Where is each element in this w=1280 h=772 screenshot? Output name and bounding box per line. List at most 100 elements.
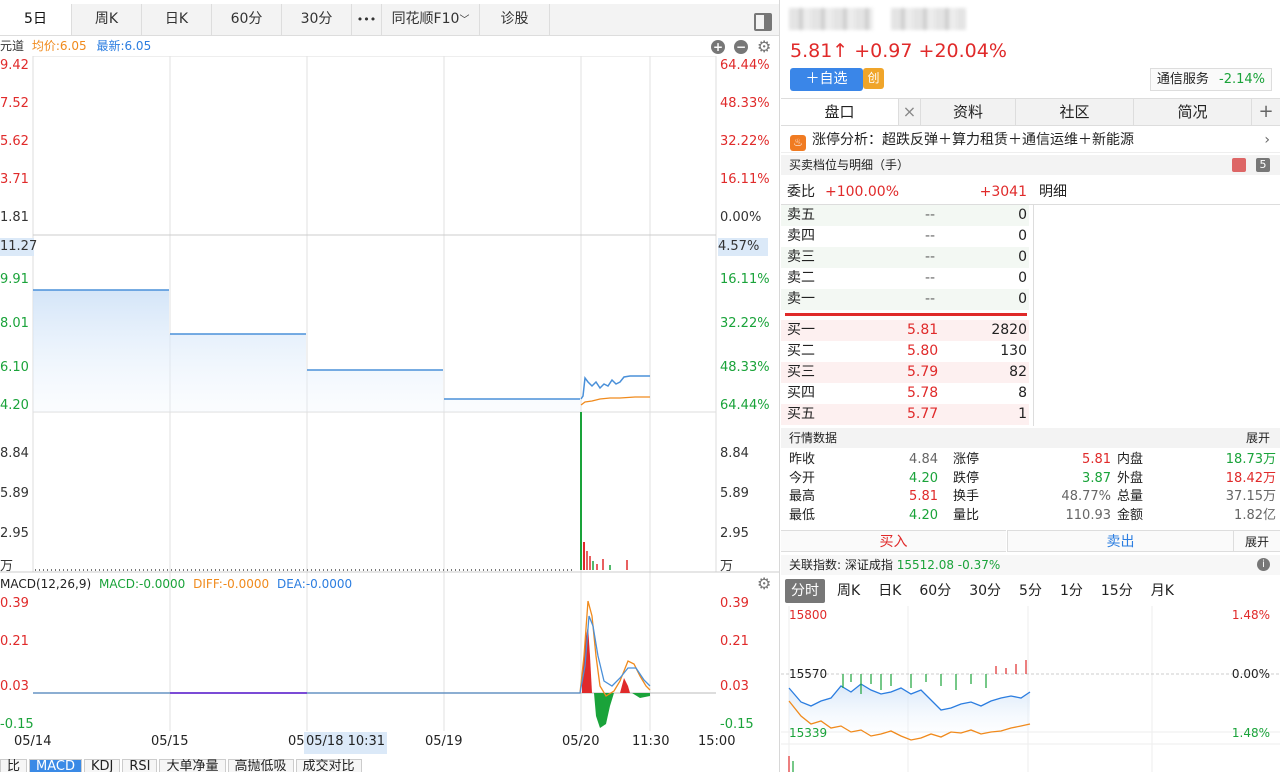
mini-tab-1[interactable]: 1分	[1054, 579, 1089, 603]
y-tick: 4.20	[0, 398, 29, 413]
market-data-key: 量比	[953, 507, 980, 523]
mini-tab-monthly[interactable]: 月K	[1145, 579, 1180, 603]
tab-orderbook[interactable]: 盘口	[781, 99, 899, 125]
bid-volume: 1	[1018, 406, 1027, 422]
indicator-tab-big-order[interactable]: 大单净量	[159, 759, 226, 772]
ask-level-label: 卖三	[787, 249, 815, 265]
tab-community[interactable]: 社区	[1016, 99, 1134, 125]
close-icon[interactable]: ×	[899, 99, 921, 125]
settings-gear-icon[interactable]: ⚙	[757, 39, 771, 55]
trade-volume: 21↓	[1248, 322, 1278, 338]
indicator-tab-volume-compare[interactable]: 成交对比	[295, 759, 362, 772]
y-tick: 8.01	[0, 316, 29, 331]
trade-time: 11:30	[1036, 406, 1077, 422]
info-tabbar: 盘口 × 资料 社区 简况 +	[781, 98, 1280, 126]
market-data-value: 18.42万	[1225, 470, 1276, 486]
trade-volume: 31↓	[1248, 301, 1278, 317]
tab-f10[interactable]: 同花顺F10﹀	[382, 4, 480, 35]
trade-row: 11:29 5.81 358↓	[1036, 278, 1280, 299]
toggle-sidebar-icon[interactable]	[754, 13, 772, 31]
index-name[interactable]: 深证成指	[845, 558, 893, 572]
y-tick: 5.62	[0, 134, 29, 149]
y-tick: -0.15	[0, 717, 34, 732]
expand-trade-button[interactable]: 展开	[1233, 530, 1280, 552]
market-data-value: 1.82亿	[1234, 507, 1276, 523]
bid-volume: 8	[1018, 385, 1027, 401]
y-tick: 0.00%	[720, 210, 762, 225]
indicator-tab[interactable]: 比	[0, 759, 28, 772]
indicator-tab-high-low[interactable]: 高抛低吸	[227, 759, 294, 772]
bid-level-label: 买一	[787, 322, 815, 338]
tab-5day[interactable]: 5日	[0, 4, 72, 35]
tab-30min[interactable]: 30分	[282, 4, 352, 35]
mini-y-tick: 15800	[789, 608, 828, 622]
tab-60min[interactable]: 60分	[212, 4, 282, 35]
redacted-stock-name	[789, 8, 873, 30]
y-tick: 48.33%	[720, 96, 770, 111]
sell-button[interactable]: 卖出	[1007, 530, 1233, 552]
indicator-tab-macd[interactable]: MACD	[29, 759, 82, 772]
ask-volume: 0	[1018, 249, 1027, 265]
limit-up-analysis[interactable]: ♨ 涨停分析：超跌反弹＋算力租赁＋通信运维＋新能源 ›	[781, 128, 1280, 153]
market-data-value: 110.93	[1065, 507, 1112, 523]
bid-price: 5.77	[907, 406, 939, 422]
mini-tab-5[interactable]: 5分	[1013, 579, 1048, 603]
level-badge[interactable]: 5	[1256, 158, 1270, 172]
market-data-key: 昨收	[789, 452, 816, 467]
sector-tag[interactable]: 通信服务 -2.14%	[1149, 68, 1272, 91]
trade-price: 5.81	[1161, 406, 1193, 422]
indicator-tab-rsi[interactable]: RSI	[122, 759, 158, 772]
ask-row: 卖二 -- 0	[781, 268, 1029, 289]
add-watchlist-button[interactable]: ＋自选	[790, 68, 863, 91]
mini-y-tick: 1.48%	[1231, 726, 1270, 740]
tab-summary[interactable]: 简况	[1134, 99, 1252, 125]
divider	[1033, 204, 1034, 426]
info-icon[interactable]: i	[1257, 558, 1270, 571]
bid-volume: 130	[1000, 343, 1027, 359]
orderbook-header: 买卖档位与明细（手） 5	[781, 155, 1280, 175]
trade-row: 11:30 5.81 50↓	[1036, 404, 1280, 425]
trade-time: 11:28	[1036, 238, 1077, 254]
y-tick: 万	[0, 559, 14, 574]
y-tick: 8.84	[0, 446, 29, 461]
add-tab-icon[interactable]: +	[1252, 99, 1280, 125]
x-tick: 05/20	[562, 734, 600, 749]
tab-daily-k[interactable]: 日K	[142, 4, 212, 35]
chart-panel: 5日 周K 日K 60分 30分 ••• 同花顺F10﹀ 诊股 元道 均价:6.…	[0, 0, 780, 772]
expand-link[interactable]: 展开	[1246, 428, 1270, 448]
bid-price: 5.78	[907, 385, 939, 401]
mini-tab-daily[interactable]: 日K	[872, 579, 907, 603]
zoom-out-icon[interactable]: −	[734, 40, 748, 54]
more-tabs-button[interactable]: •••	[352, 4, 382, 35]
bid-price: 5.79	[907, 364, 939, 380]
market-data-value: 4.20	[909, 470, 938, 486]
lower-left-axis: 9.91 8.01 6.10 4.20	[0, 270, 29, 415]
tab-f10-label: 同花顺F10	[391, 11, 460, 27]
market-data-value: 4.84	[909, 452, 938, 467]
zoom-in-icon[interactable]: +	[711, 40, 725, 54]
y-tick: 1.81	[0, 210, 29, 225]
mini-tab-30[interactable]: 30分	[963, 579, 1007, 603]
tab-diagnose[interactable]: 诊股	[480, 4, 550, 35]
y-tick: 5.89	[0, 486, 29, 501]
tab-profile[interactable]: 资料	[921, 99, 1016, 125]
macd-settings-gear-icon[interactable]: ⚙	[757, 576, 771, 592]
mini-tab-weekly[interactable]: 周K	[831, 579, 866, 603]
mini-tab-60[interactable]: 60分	[913, 579, 957, 603]
bid-volume: 82	[1009, 364, 1027, 380]
tab-weekly-k[interactable]: 周K	[72, 4, 142, 35]
y-tick: 0.03	[720, 679, 749, 694]
mini-tab-intraday[interactable]: 分时	[785, 579, 825, 603]
mini-tab-15[interactable]: 15分	[1095, 579, 1139, 603]
trade-time: 11:29	[1036, 280, 1077, 296]
lv2-icon[interactable]	[1232, 158, 1246, 172]
market-data-value: 37.15万	[1225, 489, 1276, 504]
market-data-key: 金额	[1117, 507, 1144, 523]
market-data-value: 4.20	[909, 507, 938, 523]
last-price-label: 最新:6.05	[96, 39, 152, 53]
indicator-tab-kdj[interactable]: KDJ	[83, 759, 121, 772]
trade-price: 5.81	[1161, 364, 1193, 380]
macd-left-axis: 0.39 0.21 0.03 -0.15	[0, 594, 34, 734]
buy-button[interactable]: 买入	[781, 530, 1006, 552]
redacted-stock-code	[891, 8, 966, 30]
